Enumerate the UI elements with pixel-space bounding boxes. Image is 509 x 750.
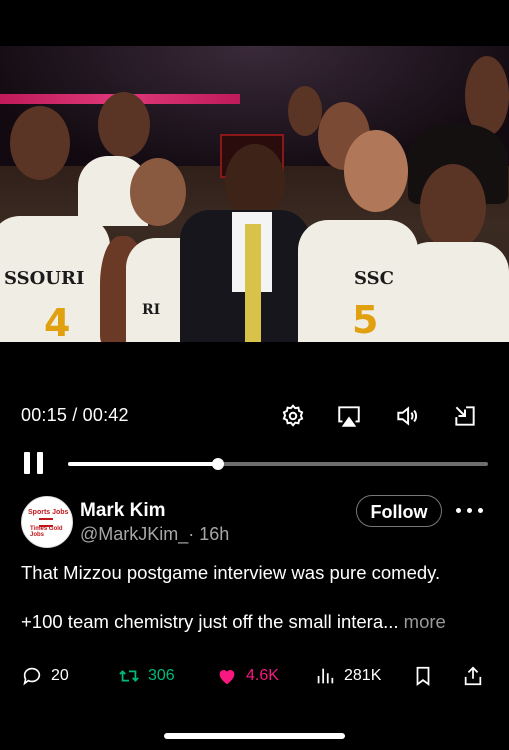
share-button[interactable] [462,664,492,688]
video-jersey-number: 5 [352,298,379,342]
repost-button[interactable]: 306 [118,664,175,688]
heart-icon [219,670,235,685]
author-name[interactable]: Mark Kim [80,500,166,522]
avatar-text-bottom: Times Gold Jobs [30,526,63,538]
airplay-icon[interactable] [336,403,362,429]
video-jersey-text: SSC [354,268,394,289]
post-timestamp: · 16h [188,524,230,544]
settings-icon[interactable] [280,403,306,429]
video-scrubber-handle[interactable] [211,458,224,470]
follow-button[interactable]: Follow [356,495,442,527]
video-jersey [400,242,509,342]
bookmark-button[interactable] [412,664,442,688]
video-player-head [420,164,486,250]
show-more-link[interactable]: more [399,611,446,632]
avatar-text-top: Sports Jobs [28,509,69,516]
speaker-icon[interactable] [394,403,420,429]
avatar[interactable]: Sports Jobs Times Gold Jobs [21,496,73,548]
views-button[interactable]: 281K [314,664,381,688]
pause-button[interactable] [22,452,46,476]
video-commentator-head [225,144,285,220]
video-commentator-tie [245,224,261,342]
author-handle-line: @MarkJKim_· 16h [80,524,229,545]
video-jersey-number: 4 [44,301,71,342]
pause-icon [24,452,30,474]
author-handle[interactable]: @MarkJKim_ [80,524,188,544]
video-player[interactable]: SSOURI 4 RI SSC 5 [0,46,509,342]
views-count: 281K [344,667,382,684]
share-icon [464,666,482,686]
video-progress-fill [68,462,218,466]
repost-count: 306 [148,667,175,684]
video-player-head [10,106,70,180]
post-text-truncated: +100 team chemistry just off the small i… [21,611,399,632]
video-jersey-text: RI [142,302,161,318]
repost-icon [119,670,139,682]
like-count: 4.6K [246,667,279,684]
reply-count: 20 [51,667,69,684]
video-jersey-text: SSOURI [4,268,85,289]
reply-icon [23,667,41,686]
video-scrubber[interactable] [68,458,488,470]
reply-button[interactable]: 20 [21,664,69,688]
post-text-line: +100 team chemistry just off the small i… [21,611,446,633]
video-player-head [344,130,408,212]
more-options-icon[interactable] [456,508,486,514]
video-player-head [288,86,322,136]
views-chart-icon [317,668,334,684]
video-player-head [130,158,186,226]
video-player-head [98,92,150,158]
like-button[interactable]: 4.6K [216,664,279,688]
home-indicator[interactable] [164,733,345,739]
bookmark-icon [416,666,430,686]
minimize-icon[interactable] [452,403,478,429]
video-time-display: 00:15 / 00:42 [21,405,129,425]
post-text-line: That Mizzou postgame interview was pure … [21,562,441,583]
